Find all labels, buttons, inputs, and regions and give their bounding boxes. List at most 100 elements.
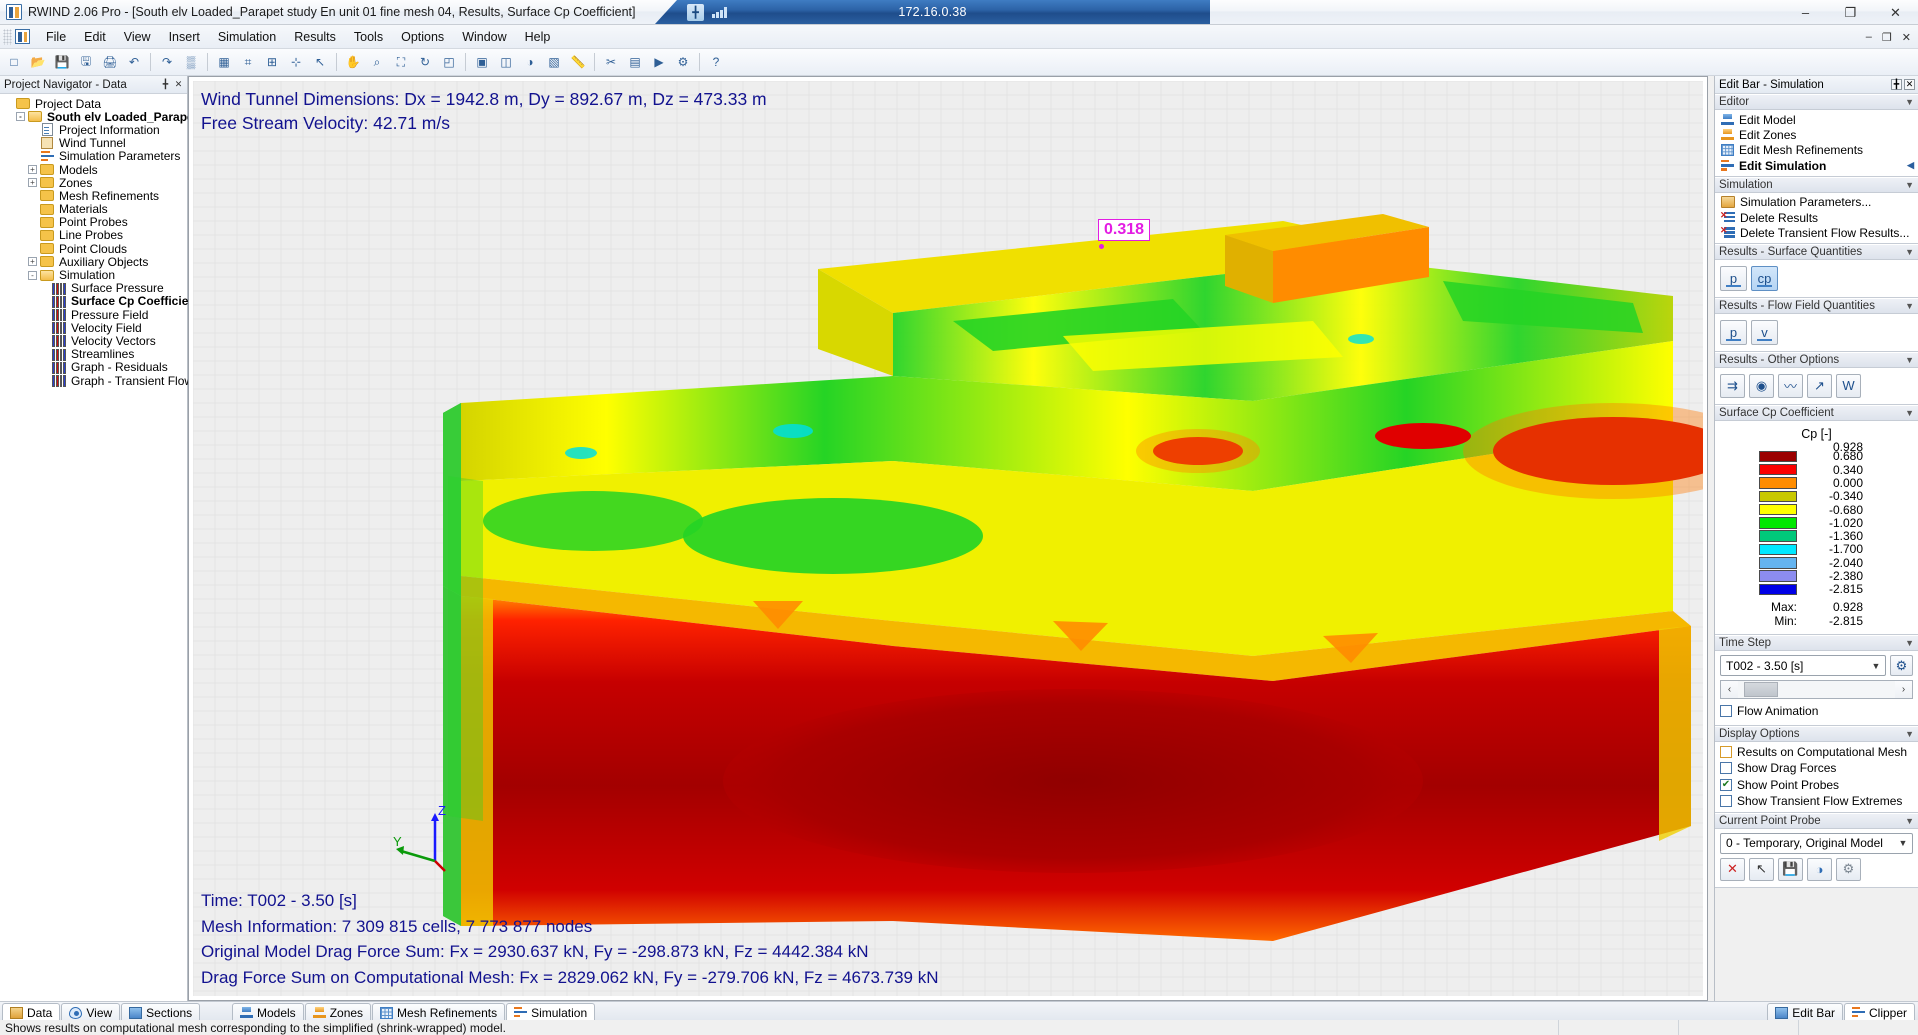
tree-item-point-probes[interactable]: Point Probes	[0, 216, 187, 229]
pan-icon[interactable]: ✋	[342, 51, 364, 73]
time-step-select[interactable]: T002 - 3.50 [s] ▼	[1720, 655, 1886, 676]
tab-simulation[interactable]: Simulation	[506, 1003, 595, 1021]
graph-residuals-button[interactable]: 〰	[1778, 374, 1803, 398]
tab-data[interactable]: Data	[2, 1003, 60, 1021]
new-file-icon[interactable]: □	[3, 51, 25, 73]
tab-sections[interactable]: Sections	[121, 1003, 200, 1021]
help-tool-icon[interactable]: ?	[705, 51, 727, 73]
tree-item-velocity-field[interactable]: Velocity Field	[0, 321, 187, 334]
group-header-cp-legend[interactable]: Surface Cp Coefficient ▼	[1715, 405, 1918, 421]
tree-item-auxiliary-objects[interactable]: +Auxiliary Objects	[0, 255, 187, 268]
group-header-time-step[interactable]: Time Step ▼	[1715, 635, 1918, 651]
graph-transient-button[interactable]: ↗	[1807, 374, 1832, 398]
checkbox[interactable]	[1720, 762, 1732, 774]
tree-item-project-information[interactable]: Project Information	[0, 123, 187, 136]
save-file-icon[interactable]: 💾	[51, 51, 73, 73]
menu-edit[interactable]: Edit	[75, 27, 115, 47]
delete-probe-button[interactable]: ✕	[1720, 858, 1745, 881]
menu-window[interactable]: Window	[453, 27, 515, 47]
menu-simulation[interactable]: Simulation	[209, 27, 285, 47]
group-header-flow-field[interactable]: Results - Flow Field Quantities ▼	[1715, 298, 1918, 314]
zoom-all-icon[interactable]: ⛶	[390, 51, 412, 73]
mdi-restore-button[interactable]: ❐	[1879, 31, 1895, 44]
pin-icon[interactable]: ╋	[160, 79, 171, 90]
print-icon[interactable]: 🖨	[99, 51, 121, 73]
chevron-down-icon[interactable]: ▼	[1905, 638, 1914, 648]
tree-item-zones[interactable]: +Zones	[0, 176, 187, 189]
coordinate-system-icon[interactable]: ⊹	[285, 51, 307, 73]
chevron-down-icon[interactable]: ▼	[1905, 408, 1914, 418]
save-probe-button[interactable]: 💾	[1778, 858, 1803, 881]
time-step-next-button[interactable]: ›	[1895, 684, 1912, 695]
tab-view[interactable]: View	[61, 1003, 120, 1021]
pin-icon[interactable]: ╋	[1891, 79, 1902, 90]
streamlines-button[interactable]: ◉	[1749, 374, 1774, 398]
delete-transient-results-item[interactable]: Delete Transient Flow Results...	[1715, 225, 1918, 240]
tab-mesh-refinements[interactable]: Mesh Refinements	[372, 1003, 505, 1021]
remote-desktop-connection-bar[interactable]: ╋ 172.16.0.38	[655, 0, 1210, 24]
view-iso-icon[interactable]: ◰	[438, 51, 460, 73]
chevron-down-icon[interactable]: ▼	[1905, 816, 1914, 826]
edit-mesh-refinements-item[interactable]: Edit Mesh Refinements	[1715, 143, 1918, 158]
tree-item-pressure-field[interactable]: Pressure Field	[0, 308, 187, 321]
redo-icon[interactable]: ↷	[156, 51, 178, 73]
3d-viewport[interactable]: Wind Tunnel Dimensions: Dx = 1942.8 m, D…	[188, 76, 1708, 1001]
close-icon[interactable]: ✕	[1904, 79, 1915, 90]
expand-icon[interactable]: +	[28, 178, 37, 187]
select-mode-icon[interactable]: ↖	[309, 51, 331, 73]
delete-results-item[interactable]: Delete Results	[1715, 210, 1918, 225]
tree-item-point-clouds[interactable]: Point Clouds	[0, 242, 187, 255]
menu-file[interactable]: File	[37, 27, 75, 47]
collapse-icon[interactable]: -	[16, 112, 25, 121]
rotate-view-icon[interactable]: ↻	[414, 51, 436, 73]
velocity-vectors-button[interactable]: ⇉	[1720, 374, 1745, 398]
tree-item-streamlines[interactable]: Streamlines	[0, 348, 187, 361]
tree-item-line-probes[interactable]: Line Probes	[0, 229, 187, 242]
chevron-down-icon[interactable]: ▼	[1905, 180, 1914, 190]
close-icon[interactable]: ✕	[173, 79, 184, 90]
measure-icon[interactable]: 📏	[567, 51, 589, 73]
probe-settings-button[interactable]: ⚙	[1836, 858, 1861, 881]
tab-models[interactable]: Models	[232, 1003, 304, 1021]
group-header-current-point-probe[interactable]: Current Point Probe ▼	[1715, 813, 1918, 829]
tree-item-south-elv-loaded-parapet-study[interactable]: -South elv Loaded_Parapet study	[0, 110, 187, 123]
menu-help[interactable]: Help	[516, 27, 560, 47]
menu-options[interactable]: Options	[392, 27, 453, 47]
menu-insert[interactable]: Insert	[160, 27, 209, 47]
mdi-close-button[interactable]: ✕	[1899, 31, 1914, 44]
chevron-down-icon[interactable]: ▼	[1905, 97, 1914, 107]
tree-item-simulation-parameters[interactable]: Simulation Parameters	[0, 150, 187, 163]
minimize-button[interactable]: –	[1783, 0, 1828, 25]
time-step-settings-button[interactable]: ⚙	[1890, 655, 1913, 676]
tree-item-wind-tunnel[interactable]: Wind Tunnel	[0, 137, 187, 150]
tab-clipper[interactable]: Clipper	[1844, 1003, 1915, 1021]
tree-item-project-data[interactable]: Project Data	[0, 97, 187, 110]
settings-icon[interactable]: ⚙	[672, 51, 694, 73]
wireframe-icon[interactable]: ▧	[543, 51, 565, 73]
time-step-track[interactable]	[1738, 681, 1895, 698]
mdi-minimize-button[interactable]: –	[1863, 31, 1875, 43]
group-header-editor[interactable]: Editor ▼	[1715, 94, 1918, 110]
surface-pressure-button[interactable]: p	[1720, 266, 1747, 291]
tree-item-materials[interactable]: Materials	[0, 203, 187, 216]
tree-item-simulation[interactable]: -Simulation	[0, 268, 187, 281]
ortho-icon[interactable]: ⊞	[261, 51, 283, 73]
wind-report-button[interactable]: W	[1836, 374, 1861, 398]
view-top-icon[interactable]: ◫	[495, 51, 517, 73]
time-step-thumb[interactable]	[1744, 682, 1778, 697]
render-mode-icon[interactable]: ◑	[519, 51, 541, 73]
tree-item-surface-pressure[interactable]: Surface Pressure	[0, 282, 187, 295]
results-display-icon[interactable]: ▤	[624, 51, 646, 73]
tab-zones[interactable]: Zones	[305, 1003, 371, 1021]
simulation-parameters-item[interactable]: Simulation Parameters...	[1715, 195, 1918, 210]
object-snap-icon[interactable]: ⌗	[237, 51, 259, 73]
chevron-down-icon[interactable]: ▼	[1905, 247, 1914, 257]
flow-animation-row[interactable]: Flow Animation	[1720, 703, 1913, 720]
group-header-display-options[interactable]: Display Options ▼	[1715, 726, 1918, 742]
flow-animation-checkbox[interactable]	[1720, 705, 1732, 717]
tree-item-velocity-vectors[interactable]: Velocity Vectors	[0, 334, 187, 347]
section-cut-icon[interactable]: ✂	[600, 51, 622, 73]
checkbox[interactable]	[1720, 795, 1732, 807]
edit-simulation-item[interactable]: Edit Simulation ◀	[1715, 158, 1918, 173]
tab-edit-bar[interactable]: Edit Bar	[1767, 1003, 1843, 1021]
